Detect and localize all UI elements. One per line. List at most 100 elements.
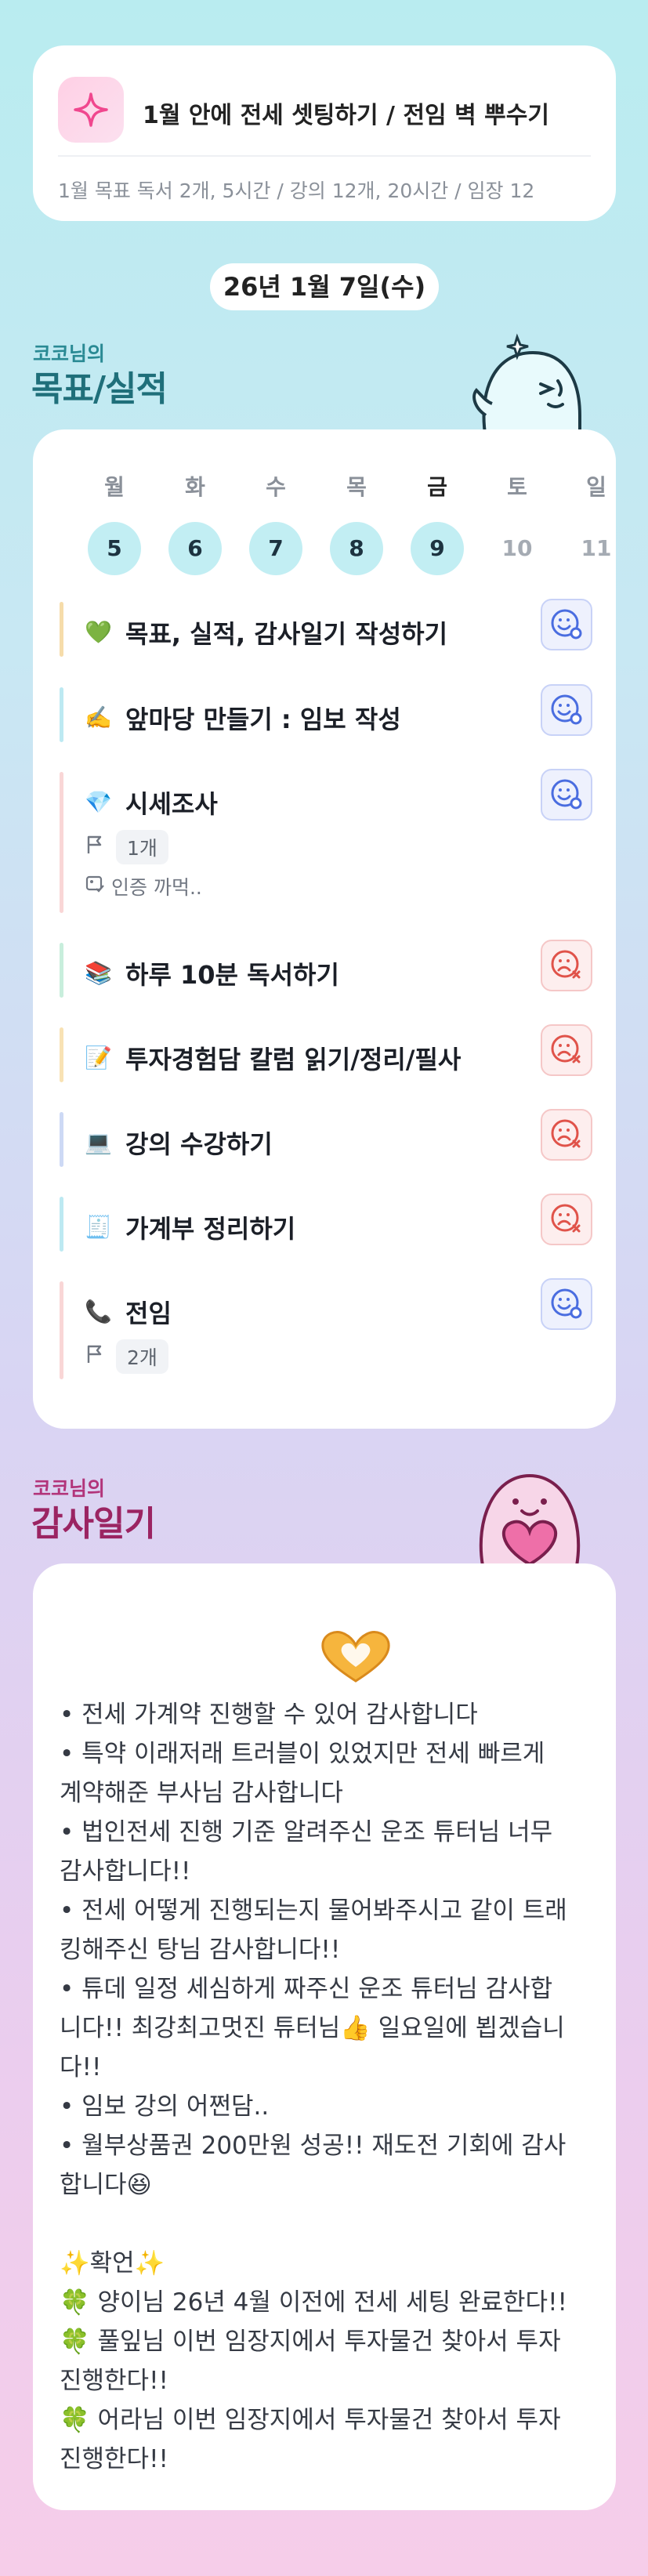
day-label: 수: [266, 474, 286, 500]
gratitude-heading: 감사일기: [31, 1504, 156, 1544]
task-note-row: 인증 까먹..: [85, 872, 202, 900]
task-item[interactable]: 📝 투자경험담 칼럼 읽기/정리/필사: [60, 1024, 592, 1082]
gratitude-line: ✨확언✨: [60, 2249, 165, 2277]
task-count-row: 1개: [85, 830, 168, 864]
day-sat[interactable]: 토 10: [489, 470, 545, 575]
smile-status-icon[interactable]: [541, 684, 592, 736]
task-emoji: 📚: [85, 960, 112, 986]
task-emoji: 💚: [85, 619, 112, 645]
task-emoji: 🧾: [85, 1214, 112, 1240]
gratitude-line: 🍀 어라님 이번 임장지에서 투자물건 찾아서 투자: [60, 2406, 561, 2434]
day-label: 월: [104, 474, 125, 500]
task-title: 강의 수강하기: [125, 1129, 273, 1159]
gratitude-line: 합니다😆: [60, 2171, 152, 2199]
task-color-bar: [60, 687, 63, 742]
day-number: 8: [330, 522, 383, 575]
gratitude-line: 🍀 풀잎님 이번 임장지에서 투자물건 찾아서 투자: [60, 2328, 561, 2356]
day-number: 6: [168, 522, 222, 575]
day-wed[interactable]: 수 7: [248, 470, 304, 575]
sad-status-icon[interactable]: [541, 1024, 592, 1076]
task-color-bar: [60, 1281, 63, 1379]
task-title: 투자경험담 칼럼 읽기/정리/필사: [125, 1045, 462, 1074]
task-color-bar: [60, 1197, 63, 1252]
day-label: 일: [586, 474, 606, 500]
gratitude-card: • 전세 가계약 진행할 수 있어 감사합니다 • 특약 이래저래 트러블이 있…: [33, 1563, 616, 2510]
gratitude-text: • 전세 가계약 진행할 수 있어 감사합니다 • 특약 이래저래 트러블이 있…: [60, 1695, 600, 2479]
task-item[interactable]: ✍️ 앞마당 만들기 : 임보 작성: [60, 684, 592, 742]
smile-status-icon[interactable]: [541, 769, 592, 821]
task-item[interactable]: 🧾 가계부 정리하기: [60, 1194, 592, 1252]
divider: [58, 155, 591, 157]
gratitude-line: • 튜데 일정 세심하게 짜주신 운조 튜터님 감사합: [60, 1975, 553, 2003]
gratitude-line: • 전세 가계약 진행할 수 있어 감사합니다: [60, 1701, 478, 1729]
tasks-card: 월 5 화 6 수 7 목 8 금 9 토 10 일 11 💚 목표, 실적, …: [33, 429, 616, 1429]
task-title: 시세조사: [125, 789, 218, 819]
task-emoji: ✍️: [85, 705, 112, 730]
task-title: 하루 10분 독서하기: [125, 960, 339, 990]
ghost-mascot: [470, 329, 588, 442]
gratitude-line: [60, 2205, 600, 2244]
heart-mascot: [467, 1464, 592, 1569]
task-item[interactable]: 💻 강의 수강하기: [60, 1109, 592, 1167]
smile-status-icon[interactable]: [541, 1278, 592, 1330]
gratitude-line: 킹해주신 탕님 감사합니다!!: [60, 1936, 341, 1964]
gratitude-line: • 전세 어떻게 진행되는지 물어봐주시고 같이 트래: [60, 1897, 567, 1925]
gratitude-line: 감사합니다!!: [60, 1857, 191, 1886]
day-number: 10: [501, 535, 533, 561]
task-item[interactable]: 📚 하루 10분 독서하기: [60, 940, 592, 998]
count-chip: 2개: [116, 1339, 168, 1374]
task-item[interactable]: 💎 시세조사 1개 인증 까먹..: [60, 769, 592, 913]
task-emoji: 💻: [85, 1129, 112, 1155]
task-color-bar: [60, 772, 63, 913]
date-pill: 26년 1월 7일(수): [210, 263, 439, 310]
task-emoji: 📝: [85, 1045, 112, 1071]
task-title: 목표, 실적, 감사일기 작성하기: [125, 619, 448, 649]
smile-status-icon[interactable]: [541, 599, 592, 650]
day-thu[interactable]: 목 8: [328, 470, 385, 575]
gratitude-line: 진행한다!!: [60, 2367, 168, 2395]
day-sun[interactable]: 일 11: [568, 470, 624, 575]
flag-icon: [85, 1344, 105, 1369]
task-title: 가계부 정리하기: [125, 1214, 296, 1244]
gratitude-line: 다!!: [60, 2053, 102, 2081]
gratitude-line: 진행한다!!: [60, 2445, 168, 2473]
task-item[interactable]: 💚 목표, 실적, 감사일기 작성하기: [60, 599, 592, 657]
day-mon[interactable]: 월 5: [86, 470, 143, 575]
task-note: 인증 까먹..: [111, 876, 202, 899]
sad-status-icon[interactable]: [541, 940, 592, 991]
gratitude-line: 니다!! 최강최고멋진 튜터님👍 일요일에 뵙겠습니: [60, 2014, 565, 2042]
day-number: 9: [411, 522, 464, 575]
goals-heading: 목표/실적: [31, 369, 168, 409]
goal-subtitle: 1월 목표 독서 2개, 5시간 / 강의 12개, 20시간 / 임장 12: [58, 179, 535, 202]
task-emoji: 📞: [85, 1299, 112, 1324]
task-color-bar: [60, 943, 63, 998]
gratitude-line: 🍀 양이님 26년 4월 이전에 전세 세팅 완료한다!!: [60, 2288, 567, 2317]
task-count-row: 2개: [85, 1339, 168, 1374]
sparkle-icon: [58, 77, 124, 143]
day-number: 7: [249, 522, 302, 575]
count-chip: 1개: [116, 830, 168, 864]
day-number: 11: [581, 535, 612, 561]
day-tue[interactable]: 화 6: [167, 470, 223, 575]
day-fri[interactable]: 금 9: [409, 470, 465, 575]
day-label: 금: [427, 474, 447, 500]
task-color-bar: [60, 1112, 63, 1167]
goal-title: 1월 안에 전세 셋팅하기 / 전임 벽 뿌수기: [143, 102, 549, 129]
gratitude-line: • 특약 이래저래 트러블이 있었지만 전세 빠르게: [60, 1740, 545, 1768]
gratitude-line: 계약해준 부사님 감사합니다: [60, 1779, 343, 1807]
goal-card[interactable]: 1월 안에 전세 셋팅하기 / 전임 벽 뿌수기 1월 목표 독서 2개, 5시…: [33, 45, 616, 221]
task-item[interactable]: 📞 전임 2개: [60, 1278, 592, 1379]
sad-status-icon[interactable]: [541, 1194, 592, 1245]
sad-status-icon[interactable]: [541, 1109, 592, 1161]
day-label: 목: [346, 474, 367, 500]
day-label: 화: [185, 474, 205, 500]
gratitude-line: • 임보 강의 어쩐담..: [60, 2092, 270, 2121]
flag-icon: [85, 835, 105, 860]
task-title: 앞마당 만들기 : 임보 작성: [125, 705, 401, 734]
task-color-bar: [60, 1027, 63, 1082]
gratitude-line: • 월부상품권 200만원 성공!! 재도전 기회에 감사: [60, 2132, 567, 2160]
task-emoji: 💎: [85, 789, 112, 815]
day-number: 5: [88, 522, 141, 575]
day-label: 토: [507, 474, 527, 500]
task-color-bar: [60, 602, 63, 657]
